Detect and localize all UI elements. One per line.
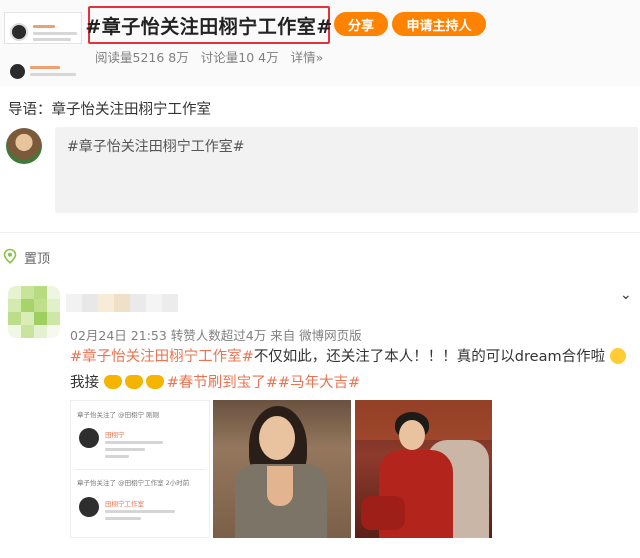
thumbnail-line bbox=[33, 25, 55, 28]
screenshot-avatar bbox=[79, 428, 99, 448]
screenshot-follow-line: 章子怡关注了 @田栩宁工作室 2小时前 bbox=[77, 479, 190, 487]
screenshot-line bbox=[105, 510, 175, 513]
topic-cover-thumbnail[interactable] bbox=[4, 12, 82, 44]
photo-figure-face bbox=[399, 420, 425, 450]
screenshot-line bbox=[105, 448, 145, 451]
photo-figure-neck bbox=[267, 466, 293, 506]
post-text-segment: 不仅如此，还关注了本人！！！真的可以dream合作啦 bbox=[253, 349, 606, 365]
detail-label: 详情 bbox=[290, 50, 316, 65]
apply-host-button[interactable]: 申请主持人 bbox=[392, 12, 486, 36]
thumbnail-line bbox=[33, 38, 71, 41]
post-text-segment: 我接 bbox=[70, 375, 99, 391]
screenshot-line bbox=[105, 517, 141, 520]
topic-title-highlight: #章子怡关注田栩宁工作室# bbox=[85, 6, 333, 44]
post-image-photo[interactable] bbox=[355, 400, 492, 538]
pinned-label: 置顶 bbox=[24, 252, 51, 267]
post-image-screenshot[interactable]: 章子怡关注了 @田栩宁 刚刚 田栩宁 章子怡关注了 @田栩宁工作室 2小时前 田… bbox=[70, 400, 210, 538]
topic-title: #章子怡关注田栩宁工作室# bbox=[85, 15, 333, 38]
emoji-hands-icon bbox=[103, 375, 122, 389]
share-button[interactable]: 分享 bbox=[334, 12, 388, 36]
hashtag-link[interactable]: #春节刷到宝了# bbox=[167, 375, 278, 391]
pin-icon bbox=[3, 248, 17, 264]
screenshot-name: 田栩宁工作室 bbox=[105, 500, 144, 508]
emoji-hands-icon bbox=[124, 375, 143, 389]
screenshot-avatar bbox=[79, 497, 99, 517]
emoji-cry-icon bbox=[609, 348, 626, 364]
hashtag-link[interactable]: #章子怡关注田栩宁工作室# bbox=[70, 349, 254, 365]
screenshot-follow-line: 章子怡关注了 @田栩宁 刚刚 bbox=[77, 411, 160, 419]
section-divider bbox=[0, 232, 640, 233]
thumbnail-avatar bbox=[10, 64, 25, 79]
screenshot-line bbox=[105, 455, 129, 458]
post-text: #章子怡关注田栩宁工作室#不仅如此，还关注了本人！！！真的可以dream合作啦 … bbox=[70, 344, 638, 396]
thumbnail-line bbox=[30, 66, 60, 69]
topic-host-thumbnail[interactable] bbox=[8, 62, 82, 82]
chevron-down-icon[interactable]: ⌄ bbox=[620, 287, 632, 303]
current-user-avatar[interactable] bbox=[6, 128, 42, 164]
screenshot-line bbox=[105, 441, 163, 444]
discuss-count: 讨论量10 4万 bbox=[200, 50, 279, 65]
read-count: 阅读量5216 8万 bbox=[95, 50, 189, 65]
composer-text: #章子怡关注田栩宁工作室# bbox=[67, 139, 245, 155]
thumbnail-avatar bbox=[10, 23, 28, 41]
topic-stats: 阅读量5216 8万 讨论量10 4万 详情» bbox=[95, 47, 323, 66]
thumbnail-line bbox=[30, 73, 76, 76]
screenshot-divider bbox=[75, 469, 205, 470]
screenshot-name: 田栩宁 bbox=[105, 431, 125, 439]
thumbnail-line bbox=[33, 32, 77, 35]
post-meta: 02月24日 21:53 转赞人数超过4万 来自 微博网页版 bbox=[70, 328, 362, 343]
post-image-photo[interactable] bbox=[213, 400, 351, 538]
topic-header: #章子怡关注田栩宁工作室# 分享 申请主持人 阅读量5216 8万 讨论量10 … bbox=[0, 0, 640, 86]
photo-figure-arm bbox=[361, 496, 405, 530]
post-composer-textarea[interactable]: #章子怡关注田栩宁工作室# bbox=[55, 127, 638, 213]
emoji-hands-icon bbox=[145, 375, 164, 389]
author-avatar[interactable] bbox=[8, 286, 60, 338]
author-name[interactable] bbox=[66, 294, 178, 312]
hashtag-link[interactable]: #马年大吉# bbox=[278, 375, 360, 391]
detail-link[interactable]: 详情» bbox=[291, 47, 324, 66]
double-chevron-right-icon: » bbox=[315, 50, 324, 65]
photo-figure-face bbox=[259, 416, 295, 460]
topic-intro: 导语：章子怡关注田栩宁工作室 bbox=[8, 102, 211, 118]
